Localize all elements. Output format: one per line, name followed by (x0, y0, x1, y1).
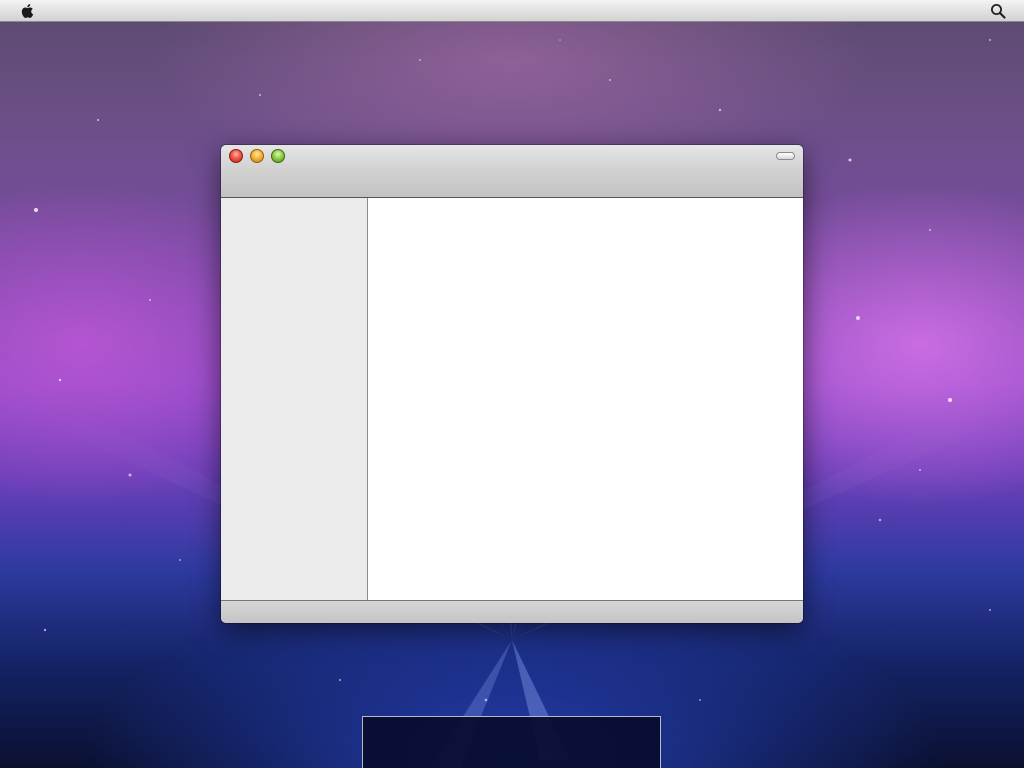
window-content-area[interactable] (368, 198, 803, 600)
dock-panel[interactable] (362, 716, 661, 768)
toolbar-toggle-icon[interactable] (776, 152, 795, 160)
desktop-background (0, 0, 1024, 768)
window-sidebar[interactable] (221, 198, 368, 600)
minimize-icon[interactable] (250, 149, 264, 163)
finder-window (221, 145, 803, 623)
menu-bar (0, 0, 1024, 22)
search-icon[interactable] (990, 3, 1006, 19)
window-titlebar[interactable] (221, 145, 803, 198)
zoom-icon[interactable] (271, 149, 285, 163)
apple-logo-icon[interactable] (19, 2, 37, 20)
close-icon[interactable] (229, 149, 243, 163)
window-status-bar (221, 600, 803, 623)
